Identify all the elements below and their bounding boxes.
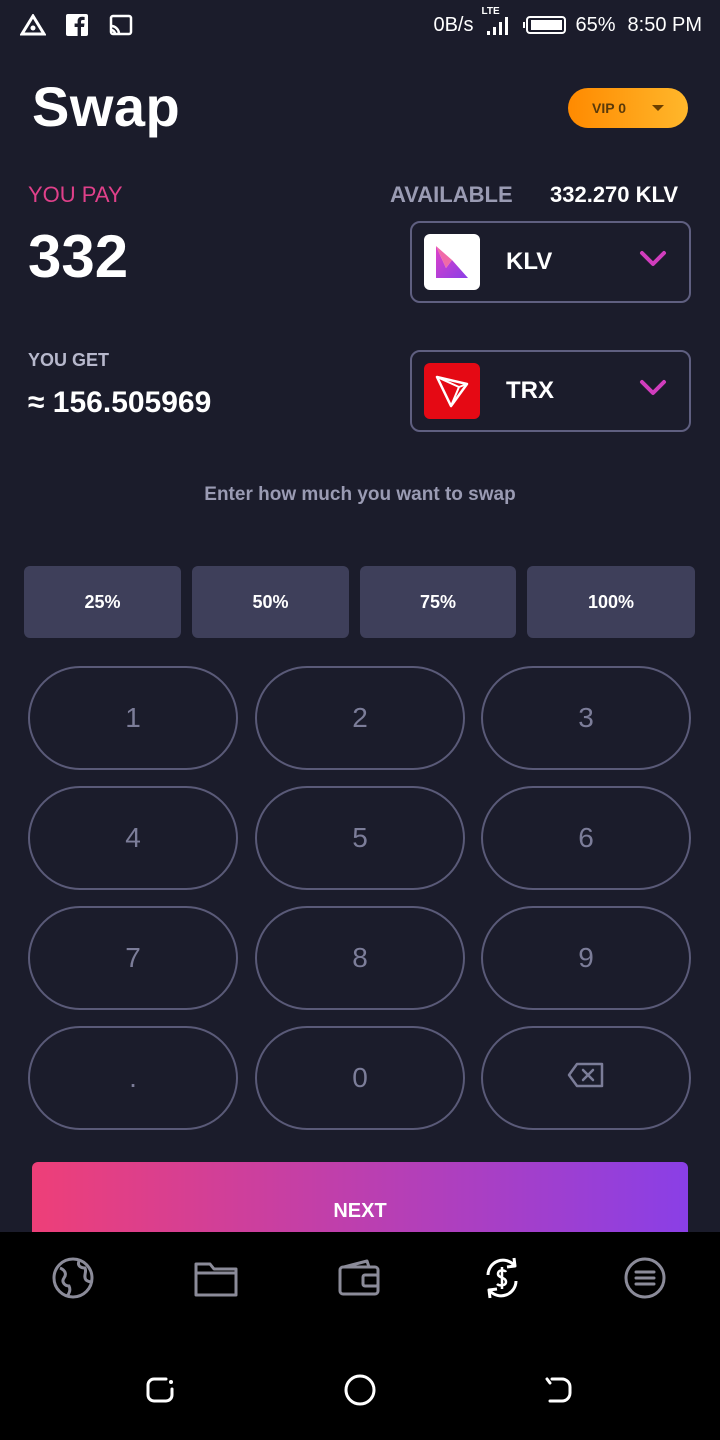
vip-dropdown[interactable]: VIP 0 xyxy=(568,88,688,128)
percent-100-button[interactable]: 100% xyxy=(527,566,695,638)
back-button[interactable] xyxy=(540,1374,576,1410)
key-5[interactable]: 5 xyxy=(255,786,465,890)
key-9[interactable]: 9 xyxy=(481,906,691,1010)
percent-25-button[interactable]: 25% xyxy=(24,566,181,638)
vip-label: VIP 0 xyxy=(592,100,626,116)
caret-down-icon xyxy=(652,105,664,111)
chevron-down-icon xyxy=(639,249,667,274)
backspace-key[interactable] xyxy=(481,1026,691,1130)
key-0[interactable]: 0 xyxy=(255,1026,465,1130)
percent-50-button[interactable]: 50% xyxy=(192,566,349,638)
available-value: 332.270 KLV xyxy=(550,182,679,207)
you-get-label: YOU GET xyxy=(28,350,110,370)
signal-icon: LTE xyxy=(481,6,515,38)
recent-apps-button[interactable] xyxy=(142,1374,178,1410)
tab-menu[interactable] xyxy=(621,1256,669,1304)
key-1[interactable]: 1 xyxy=(28,666,238,770)
key-decimal[interactable]: . xyxy=(28,1026,238,1130)
globe-icon xyxy=(51,1256,95,1305)
bottom-tab-bar xyxy=(0,1232,720,1344)
wallet-icon xyxy=(337,1259,381,1302)
trx-logo-icon xyxy=(424,363,480,419)
key-4[interactable]: 4 xyxy=(28,786,238,890)
menu-icon xyxy=(623,1256,667,1305)
battery-percent: 65% xyxy=(575,13,616,36)
system-nav-bar xyxy=(0,1344,720,1440)
facebook-icon xyxy=(64,12,90,38)
cast-icon xyxy=(108,12,134,38)
klv-logo-icon xyxy=(424,234,480,290)
get-token-name: TRX xyxy=(506,377,554,404)
page-title: Swap xyxy=(32,75,181,138)
tab-files[interactable] xyxy=(192,1256,240,1304)
home-circle-icon xyxy=(343,1373,377,1412)
home-button[interactable] xyxy=(342,1374,378,1410)
pay-token-selector[interactable]: KLV xyxy=(410,221,691,303)
triangle-app-icon xyxy=(20,12,46,38)
folder-icon xyxy=(193,1258,239,1303)
get-token-selector[interactable]: TRX xyxy=(410,350,691,432)
you-pay-label: YOU PAY xyxy=(28,182,123,207)
status-bar: 0B/s LTE 65% 8:50 PM xyxy=(0,0,720,50)
clock: 8:50 PM xyxy=(627,13,702,36)
tab-swap[interactable] xyxy=(478,1256,526,1304)
recent-apps-icon xyxy=(144,1374,176,1411)
back-icon xyxy=(542,1374,574,1411)
tab-explore[interactable] xyxy=(49,1256,97,1304)
key-8[interactable]: 8 xyxy=(255,906,465,1010)
network-type-label: LTE xyxy=(481,6,500,17)
available-label: AVAILABLE xyxy=(390,182,513,207)
chevron-down-icon xyxy=(639,378,667,403)
swap-dollar-icon xyxy=(478,1255,526,1306)
swap-hint: Enter how much you want to swap xyxy=(204,484,516,505)
percent-75-button[interactable]: 75% xyxy=(360,566,516,638)
pay-amount: 332 xyxy=(28,223,129,290)
pay-token-name: KLV xyxy=(506,248,553,275)
tab-wallet[interactable] xyxy=(335,1256,383,1304)
key-7[interactable]: 7 xyxy=(28,906,238,1010)
battery-icon xyxy=(523,12,567,38)
get-amount: ≈ 156.505969 xyxy=(28,386,212,419)
backspace-icon xyxy=(567,1062,605,1095)
key-6[interactable]: 6 xyxy=(481,786,691,890)
net-speed: 0B/s xyxy=(433,13,474,36)
key-3[interactable]: 3 xyxy=(481,666,691,770)
key-2[interactable]: 2 xyxy=(255,666,465,770)
